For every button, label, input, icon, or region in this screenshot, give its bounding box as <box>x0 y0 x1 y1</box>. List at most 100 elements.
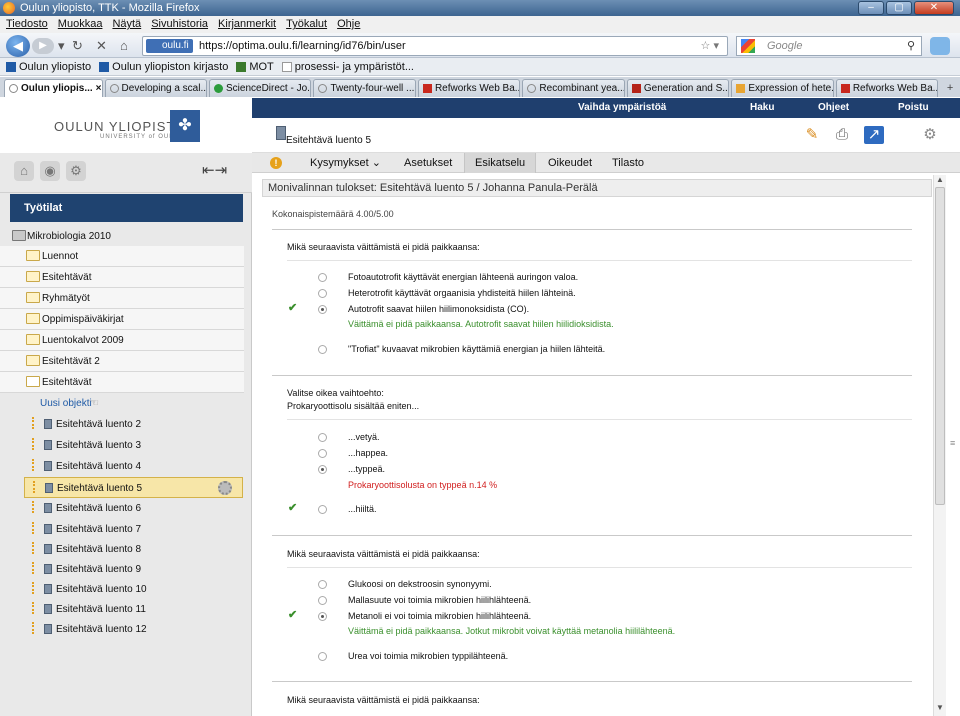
site-identity-badge[interactable]: oulu.fi <box>146 39 193 53</box>
drag-handle-icon[interactable] <box>32 417 34 429</box>
dropdown-icon[interactable]: ▾ <box>58 38 65 54</box>
logout-link[interactable]: Poistu <box>898 98 929 118</box>
close-window-button[interactable]: ✕ <box>914 1 954 15</box>
drag-handle-icon[interactable] <box>32 562 34 574</box>
tree-item[interactable]: Esitehtävä luento 11 <box>0 599 244 619</box>
tree-folder[interactable]: Ryhmätyöt <box>0 288 244 309</box>
scroll-thumb[interactable] <box>935 187 945 505</box>
bookmark-item[interactable]: Oulun yliopiston kirjasto <box>99 58 228 75</box>
search-input[interactable]: Google ⚲ <box>736 36 922 56</box>
window-title: Oulun yliopisto, TTK - Mozilla Firefox <box>20 2 200 14</box>
tree-folder-open[interactable]: Esitehtävät <box>0 372 244 393</box>
edit-icon[interactable]: ✎ <box>802 126 822 144</box>
bookmark-item[interactable]: prosessi- ja ympäristöt... <box>281 58 414 75</box>
settings-icon[interactable]: ⚙ <box>66 161 86 181</box>
drag-handle-icon[interactable] <box>32 582 34 594</box>
browser-tab[interactable]: Expression of hete... <box>731 79 834 97</box>
item-settings-icon[interactable] <box>218 481 232 495</box>
scroll-down-icon[interactable]: ▼ <box>936 703 944 712</box>
browser-tab[interactable]: Twenty-four-well ... <box>313 79 416 97</box>
tab-oikeudet[interactable]: Oikeudet <box>548 153 592 173</box>
bookmark-item[interactable]: Oulun yliopisto <box>6 58 91 75</box>
addon-icon[interactable] <box>930 37 950 55</box>
new-tab-button[interactable]: + <box>940 79 960 97</box>
breadcrumb: Monivalinnan tulokset: Esitehtävä luento… <box>262 179 932 197</box>
browser-tab[interactable]: Generation and S... <box>626 79 730 97</box>
tab-asetukset[interactable]: Asetukset <box>404 153 452 173</box>
browser-tab[interactable]: Refworks Web Ba... <box>835 79 939 97</box>
drag-handle-icon[interactable] <box>32 522 34 534</box>
tree-item[interactable]: Esitehtävä luento 12 <box>0 619 244 639</box>
tree-course[interactable]: Mikrobiologia 2010 <box>0 226 244 246</box>
tree-folder[interactable]: Esitehtävät 2 <box>0 351 244 372</box>
reload-icon[interactable]: ↻ <box>72 38 83 54</box>
tab-tilasto[interactable]: Tilasto <box>612 153 644 173</box>
minimize-button[interactable]: – <box>858 1 884 15</box>
tree-item[interactable]: Esitehtävä luento 3 <box>0 435 244 456</box>
drag-handle-icon[interactable] <box>33 481 35 493</box>
search-link[interactable]: Haku <box>750 98 774 118</box>
tab-favicon <box>631 84 641 93</box>
menu-tiedosto[interactable]: Tiedosto <box>6 16 48 33</box>
home-icon[interactable]: ⌂ <box>120 38 128 53</box>
browser-tab[interactable]: Developing a scal... <box>104 79 207 97</box>
url-bar[interactable]: oulu.fi https://optima.oulu.fi/learning/… <box>142 36 728 56</box>
drag-handle-icon[interactable] <box>32 501 34 513</box>
tree-item-selected[interactable]: Esitehtävä luento 5 <box>24 477 243 498</box>
stop-icon[interactable]: ✕ <box>96 38 107 54</box>
change-environment-link[interactable]: Vaihda ympäristöä <box>578 98 666 118</box>
bookmark-item[interactable]: MOT <box>236 58 274 75</box>
document-icon <box>44 564 52 574</box>
chat-icon[interactable]: ◉ <box>40 161 60 181</box>
drag-handle-icon[interactable] <box>32 438 34 450</box>
browser-tab[interactable]: Refworks Web Ba... <box>417 79 521 97</box>
browser-tab[interactable]: Oulun yliopis... × <box>4 79 103 97</box>
browser-tab[interactable]: ScienceDirect - Jo... <box>209 79 312 97</box>
tree-item[interactable]: Esitehtävä luento 7 <box>0 519 244 539</box>
menu-tyokalut[interactable]: Työkalut <box>286 16 327 33</box>
tree-folder[interactable]: Luennot <box>0 246 244 267</box>
tree-item[interactable]: Esitehtävä luento 9 <box>0 559 244 579</box>
tree-folder[interactable]: Esitehtävät <box>0 267 244 288</box>
window-controls: – ▢ ✕ <box>858 1 954 15</box>
content-scrollbar[interactable]: ▲ ▼ <box>933 175 946 716</box>
tree-folder[interactable]: Oppimispäiväkirjat <box>0 309 244 330</box>
tree-item[interactable]: Esitehtävä luento 4 <box>0 456 244 477</box>
new-object-link[interactable]: Uusi objekti ☜ <box>0 393 244 414</box>
workspaces-header[interactable]: Työtilat <box>10 194 243 222</box>
menu-kirjanmerkit[interactable]: Kirjanmerkit <box>218 16 276 33</box>
print-icon[interactable]: ⎙ <box>832 126 852 144</box>
search-icon[interactable]: ⚲ <box>907 37 915 55</box>
tree-item[interactable]: Esitehtävä luento 8 <box>0 539 244 559</box>
scroll-up-icon[interactable]: ▲ <box>936 175 944 184</box>
menu-nayta[interactable]: Näytä <box>112 16 141 33</box>
forward-button[interactable]: ▶ <box>32 38 54 54</box>
drag-handle-icon[interactable] <box>32 459 34 471</box>
menu-sivuhistoria[interactable]: Sivuhistoria <box>151 16 208 33</box>
answer-option: Urea voi toimia mikrobien typpilähteenä. <box>348 651 509 661</box>
browser-tab[interactable]: Recombinant yea... <box>522 79 625 97</box>
help-link[interactable]: Ohjeet <box>818 98 849 118</box>
tab-esikatselu[interactable]: Esikatselu <box>464 153 537 173</box>
open-new-window-icon[interactable]: ↗ <box>864 126 884 144</box>
tree-item[interactable]: Esitehtävä luento 2 <box>0 414 244 435</box>
back-button[interactable]: ◀ <box>6 35 30 57</box>
tree-item[interactable]: Esitehtävä luento 10 <box>0 579 244 599</box>
tab-close-icon[interactable]: × <box>96 81 102 97</box>
home-icon[interactable]: ⌂ <box>14 161 34 181</box>
university-logo[interactable]: OULUN YLIOPISTO UNIVERSITY of OULU ✤ <box>0 98 252 153</box>
tree-item[interactable]: Esitehtävä luento 6 <box>0 498 244 519</box>
drag-handle-icon[interactable] <box>32 622 34 634</box>
drag-handle-icon[interactable] <box>32 542 34 554</box>
drag-handle-icon[interactable] <box>32 602 34 614</box>
menu-ohje[interactable]: Ohje <box>337 16 360 33</box>
tab-kysymykset[interactable]: Kysymykset ⌄ <box>310 153 381 173</box>
menu-muokkaa[interactable]: Muokkaa <box>58 16 103 33</box>
tree-folder[interactable]: Luentokalvot 2009 <box>0 330 244 351</box>
collapse-arrows-icon[interactable]: ⇤⇥ <box>202 161 227 179</box>
top-navigation: Vaihda ympäristöä Haku Ohjeet Poistu <box>252 98 960 118</box>
maximize-button[interactable]: ▢ <box>886 1 912 15</box>
bookmark-star-icon[interactable]: ☆ ▾ <box>701 37 719 55</box>
resize-grip-icon[interactable]: ≡ <box>950 438 955 448</box>
gear-icon[interactable]: ⚙ <box>920 126 940 144</box>
